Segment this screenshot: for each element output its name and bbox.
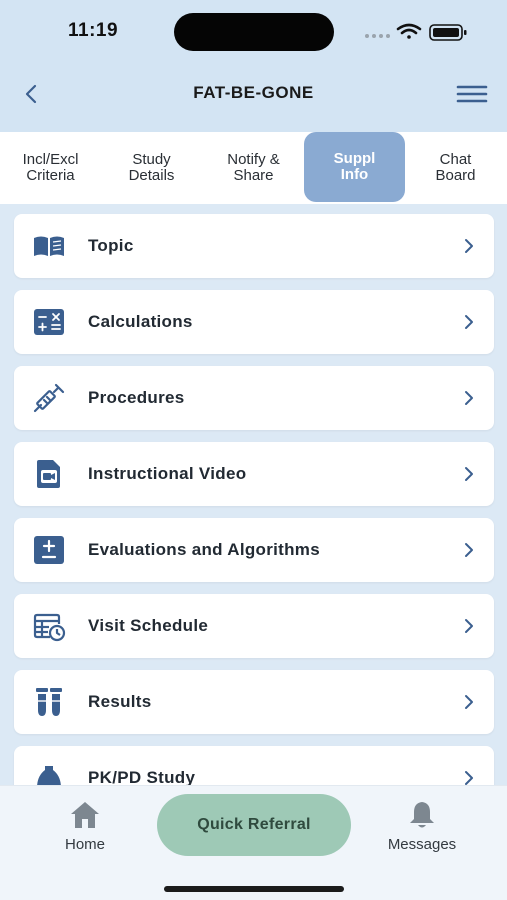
list-item-label: PK/PD Study	[88, 768, 196, 785]
nav-messages-label: Messages	[387, 836, 457, 853]
list-item-pk-pd-study[interactable]: PK/PD Study	[14, 746, 494, 785]
tab-bar: Incl/Excl Criteria Study Details Notify …	[0, 132, 507, 204]
dynamic-island	[174, 13, 334, 51]
list-item-label: Visit Schedule	[88, 616, 209, 635]
tab-suppl-info[interactable]: Suppl Info	[304, 132, 405, 202]
list-item-label: Procedures	[88, 388, 185, 407]
chevron-right-icon	[465, 239, 473, 253]
list-item-label: Results	[88, 692, 152, 711]
battery-icon	[429, 24, 467, 41]
nav-bar: FAT-BE-GONE	[0, 62, 507, 132]
status-bar: 11:19	[0, 0, 507, 62]
chevron-right-icon	[465, 771, 473, 785]
list-item-evaluations-algorithms[interactable]: Evaluations and Algorithms	[14, 518, 494, 582]
book-icon	[32, 230, 66, 262]
plus-minus-icon	[32, 534, 66, 566]
list-item-label: Topic	[88, 236, 134, 255]
tab-study-details[interactable]: Study Details	[101, 132, 202, 204]
wifi-icon	[396, 23, 422, 39]
chevron-right-icon	[465, 695, 473, 709]
list-item-label: Evaluations and Algorithms	[88, 540, 320, 559]
list-item-instructional-video[interactable]: Instructional Video	[14, 442, 494, 506]
nav-messages[interactable]: Messages	[372, 800, 472, 853]
signal-icon	[365, 34, 390, 38]
video-file-icon	[32, 458, 66, 490]
list-item-calculations[interactable]: Calculations	[14, 290, 494, 354]
tab-chat-board[interactable]: Chat Board	[405, 132, 506, 204]
tab-incl-excl-criteria[interactable]: Incl/Excl Criteria	[0, 132, 101, 204]
flask-icon	[32, 762, 66, 785]
test-tubes-icon	[32, 686, 66, 718]
nav-home-label: Home	[64, 836, 105, 853]
page-title: FAT-BE-GONE	[193, 83, 314, 102]
chevron-right-icon	[465, 391, 473, 405]
quick-referral-button[interactable]: Quick Referral	[157, 794, 351, 856]
chevron-right-icon	[465, 543, 473, 557]
bell-icon	[410, 802, 434, 828]
list-item-label: Calculations	[88, 312, 193, 331]
list-item-results[interactable]: Results	[14, 670, 494, 734]
list-item-visit-schedule[interactable]: Visit Schedule	[14, 594, 494, 658]
home-indicator	[164, 886, 344, 892]
status-time: 11:19	[68, 20, 119, 41]
suppl-info-list: Topic Calculations Procedures Instructio…	[0, 204, 507, 785]
schedule-icon	[32, 610, 66, 642]
hamburger-icon	[456, 85, 488, 103]
list-item-procedures[interactable]: Procedures	[14, 366, 494, 430]
chevron-right-icon	[465, 467, 473, 481]
nav-home[interactable]: Home	[35, 800, 135, 853]
tab-notify-share[interactable]: Notify & Share	[203, 132, 304, 204]
syringe-icon	[32, 382, 66, 414]
calculator-icon	[32, 306, 66, 338]
status-icons	[364, 22, 474, 42]
chevron-right-icon	[465, 619, 473, 633]
home-icon	[71, 802, 99, 828]
bottom-nav-bar: Home Quick Referral Messages	[0, 785, 507, 900]
menu-button[interactable]	[454, 80, 490, 108]
list-item-topic[interactable]: Topic	[14, 214, 494, 278]
chevron-right-icon	[465, 315, 473, 329]
list-item-label: Instructional Video	[88, 464, 247, 483]
